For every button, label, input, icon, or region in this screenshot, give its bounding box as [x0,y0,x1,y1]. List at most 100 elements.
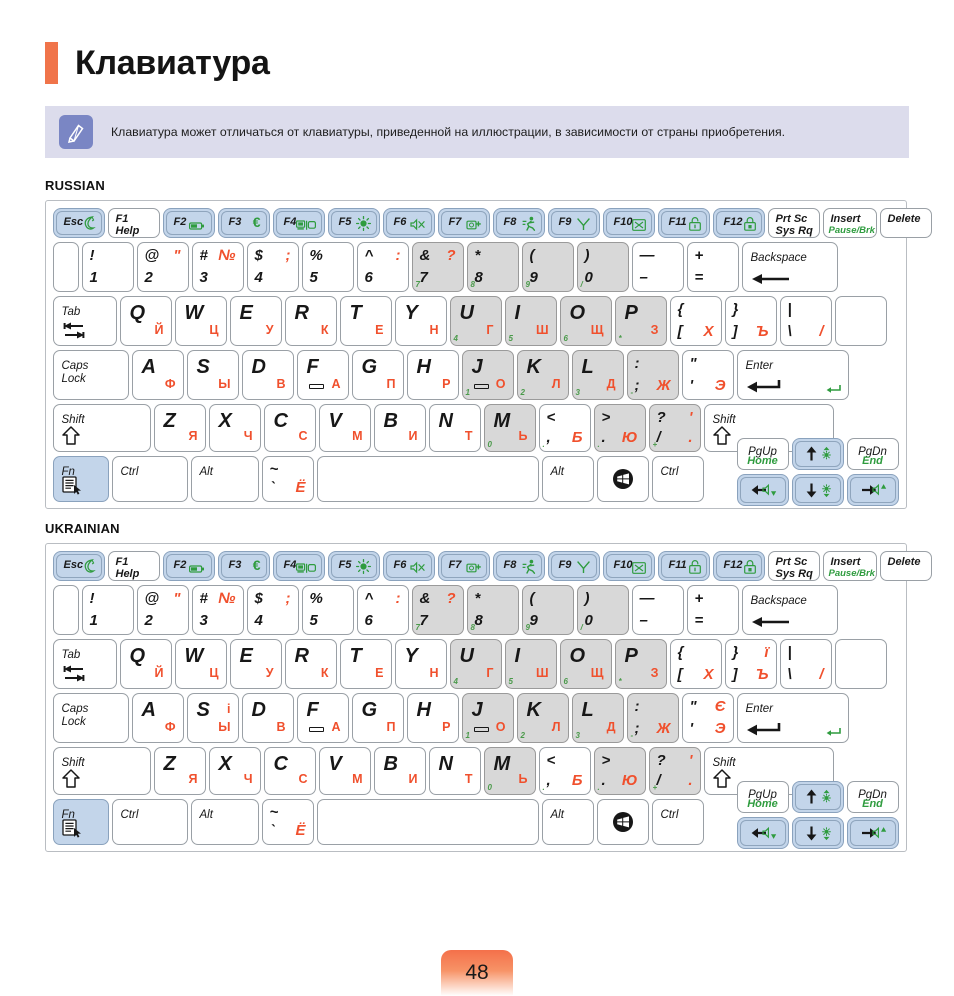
key-key-slash[interactable]: ? ' /. + [648,746,701,795]
key-pgup-home[interactable]: PgUp Home [736,780,789,813]
key-key-q[interactable]: QЙ [119,638,172,689]
key-key-3[interactable]: # № 3 [191,584,244,635]
key-key-q[interactable]: QЙ [119,295,172,346]
fn-key-insert[interactable]: Insert Pause/Brk [822,550,877,581]
fn-key-f10[interactable]: F10 [602,207,655,238]
key-key-5[interactable]: % 5 [301,241,354,292]
key-key-n[interactable]: NТ [428,746,481,795]
fn-key-f6[interactable]: F6 [382,550,435,581]
key-key-b[interactable]: BИ [373,403,426,452]
key-tab[interactable]: Tab [52,295,117,346]
key-key-t[interactable]: TЕ [339,638,392,689]
fn-key-f7[interactable]: F7 [437,207,490,238]
key-backspace[interactable]: Backspace [741,241,838,292]
keyboard-russian[interactable]: Esc F1 Help F2 F3 € F4 F5 F6 F7 F8 F9 F10 F11 F12 Prt S… [45,200,932,509]
key-key-z[interactable]: ZЯ [153,746,206,795]
fn-key-esc[interactable]: Esc [52,207,105,238]
key-key-2[interactable]: @ " 2 [136,584,189,635]
key-key-s[interactable]: SЫі [186,692,239,743]
key-key-b[interactable]: BИ [373,746,426,795]
key-key-bracket-left[interactable]: {[Х [669,295,722,346]
key-tilde-left-blank[interactable] [52,241,79,292]
key-space[interactable] [316,455,539,502]
key-arrow-down-brightness[interactable] [791,473,844,506]
key-key-slash[interactable]: ? ' /. + [648,403,701,452]
key-key-t[interactable]: TЕ [339,295,392,346]
key-alt-right[interactable]: Alt [541,798,594,845]
key-arrow-down-brightness[interactable] [791,816,844,849]
key-key-l[interactable]: LД 3 [571,349,624,400]
key-key-r[interactable]: RК [284,295,337,346]
key-key-8[interactable]: * 8 8 [466,584,519,635]
key-key-v[interactable]: VМ [318,746,371,795]
key-key-9[interactable]: (9 9 [521,584,574,635]
key-key-p[interactable]: P З * [614,295,667,346]
key-pgdn-end[interactable]: PgDn End [846,780,899,813]
key-key-5[interactable]: % 5 [301,584,354,635]
key-caps-lock[interactable]: Caps Lock [52,692,129,743]
fn-key-f1[interactable]: F1 Help [107,550,160,581]
key-key-x[interactable]: XЧ [208,403,261,452]
fn-key-f3[interactable]: F3 € [217,207,270,238]
key-backspace[interactable]: Backspace [741,584,838,635]
fn-key-prtsc[interactable]: Prt Sc Sys Rq [767,207,820,238]
key-key-h[interactable]: HР [406,349,459,400]
key-space[interactable] [316,798,539,845]
key-key-s[interactable]: SЫ [186,349,239,400]
key-key-7[interactable]: &? 7 7 [411,241,464,292]
key-key-z[interactable]: ZЯ [153,403,206,452]
key-tilde-left-blank[interactable] [52,584,79,635]
fn-key-f11[interactable]: F11 [657,207,710,238]
fn-key-f9[interactable]: F9 [547,550,600,581]
key-key-j[interactable]: JО 1 [461,349,514,400]
fn-key-f2[interactable]: F2 [162,550,215,581]
key-key-period[interactable]: >. Ю. [593,746,646,795]
key-key-4[interactable]: $; 4 [246,241,299,292]
fn-key-f9[interactable]: F9 [547,207,600,238]
fn-key-f6[interactable]: F6 [382,207,435,238]
key-key-grave[interactable]: ~ ` Ё [261,455,314,502]
key-key-equal[interactable]: + = [686,241,739,292]
fn-key-f1[interactable]: F1 Help [107,207,160,238]
key-key-x[interactable]: XЧ [208,746,261,795]
key-arrow-left-volume-down[interactable] [736,473,789,506]
fn-key-f5[interactable]: F5 [327,550,380,581]
key-key-w[interactable]: WЦ [174,295,227,346]
key-key-h[interactable]: HР [406,692,459,743]
key-key-backslash[interactable]: | \ / [779,638,832,689]
key-ctrl-right[interactable]: Ctrl [651,798,704,845]
key-key-y[interactable]: YН [394,295,447,346]
key-key-4[interactable]: $; 4 [246,584,299,635]
key-windows[interactable] [596,455,649,502]
key-fn[interactable]: Fn [52,455,109,502]
key-key-period[interactable]: >. Ю. [593,403,646,452]
key-fn[interactable]: Fn [52,798,109,845]
fn-key-f12[interactable]: F12 [712,550,765,581]
key-key-7[interactable]: &? 7 7 [411,584,464,635]
key-windows[interactable] [596,798,649,845]
key-pgdn-end[interactable]: PgDn End [846,437,899,470]
key-key-y[interactable]: YН [394,638,447,689]
key-key-p[interactable]: P З * [614,638,667,689]
key-arrow-right-volume-up[interactable] [846,473,899,506]
fn-key-f4[interactable]: F4 [272,207,325,238]
key-key-d[interactable]: DВ [241,692,294,743]
key-alt-left[interactable]: Alt [190,798,259,845]
key-key-c[interactable]: CС [263,403,316,452]
key-key-f[interactable]: FА [296,692,349,743]
fn-key-f8[interactable]: F8 [492,207,545,238]
key-key-e[interactable]: EУ [229,638,282,689]
key-key-3[interactable]: # № 3 [191,241,244,292]
key-key-semicolon[interactable]: :; Ж - [626,692,679,743]
key-caps-lock[interactable]: Caps Lock [52,349,129,400]
key-key-9[interactable]: (9 9 [521,241,574,292]
key-key-equal[interactable]: + = [686,584,739,635]
key-key-k[interactable]: KЛ 2 [516,692,569,743]
key-key-bracket-left[interactable]: {[Х [669,638,722,689]
key-key-j[interactable]: JО 1 [461,692,514,743]
key-enter[interactable]: Enter [736,349,849,400]
key-pgup-home[interactable]: PgUp Home [736,437,789,470]
key-key-i[interactable]: IШ 5 [504,295,557,346]
fn-key-f10[interactable]: F10 [602,550,655,581]
key-key-semicolon[interactable]: :; Ж - [626,349,679,400]
